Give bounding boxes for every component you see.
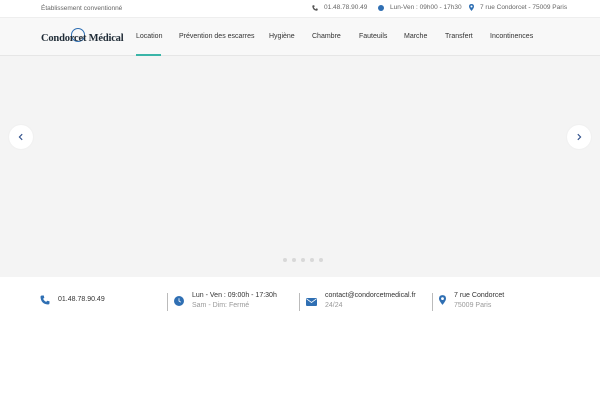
email-icon	[306, 293, 317, 311]
info-email-sub: 24/24	[325, 302, 343, 309]
slider-pagination	[283, 258, 323, 262]
map-pin-icon	[469, 4, 474, 11]
info-hours: Lun - Ven : 09:00h - 17:30h Sam - Dim: F…	[192, 292, 277, 309]
topbar-hours-text: Lun-Ven : 09h00 - 17h30	[390, 4, 462, 11]
slider-dot[interactable]	[292, 258, 296, 262]
topbar-address-text: 7 rue Condorcet - 75009 Paris	[480, 4, 568, 11]
menu-item-location[interactable]: Location	[136, 33, 162, 40]
contact-info-bar: 01.48.78.90.49 Lun - Ven : 09:00h - 17:3…	[0, 277, 600, 400]
clock-icon	[378, 4, 384, 11]
hero-slider	[0, 56, 600, 277]
slider-next-button[interactable]	[567, 125, 591, 149]
slider-dot[interactable]	[301, 258, 305, 262]
menu-item-marche[interactable]: Marche	[404, 33, 427, 40]
chevron-left-icon	[17, 128, 25, 146]
info-hours-main: Lun - Ven : 09:00h - 17:30h	[192, 292, 277, 299]
menu-item-incontinences[interactable]: Incontinences	[490, 33, 533, 40]
map-pin-icon	[439, 292, 446, 310]
info-address-main: 7 rue Condorcet	[454, 292, 505, 299]
info-hours-sub: Sam - Dim: Fermé	[192, 302, 250, 309]
menu-item-prevention-escarres[interactable]: Prévention des escarres	[179, 33, 254, 40]
info-email[interactable]: contact@condorcetmedical.fr 24/24	[325, 292, 416, 309]
slider-prev-button[interactable]	[9, 125, 33, 149]
chevron-right-icon	[575, 128, 583, 146]
info-address-sub: 75009 Paris	[454, 302, 492, 309]
topbar-phone-text: 01.48.78.90.49	[324, 4, 368, 11]
conventionne-label: Établissement conventionné	[41, 5, 123, 12]
info-phone[interactable]: 01.48.78.90.49	[58, 296, 105, 303]
menu-item-chambre[interactable]: Chambre	[312, 33, 341, 40]
topbar-hours: Lun-Ven : 09h00 - 17h30	[378, 4, 462, 11]
menu-item-fauteuils[interactable]: Fauteuils	[359, 33, 387, 40]
top-bar: Établissement conventionné 01.48.78.90.4…	[0, 0, 600, 17]
phone-icon	[312, 4, 318, 11]
menu-item-hygiene[interactable]: Hygiène	[269, 33, 295, 40]
divider	[299, 293, 300, 311]
menu: Location Prévention des escarres Hygiène…	[0, 18, 600, 56]
phone-icon	[40, 292, 50, 310]
topbar-phone[interactable]: 01.48.78.90.49	[312, 4, 367, 11]
info-address[interactable]: 7 rue Condorcet 75009 Paris	[454, 292, 504, 309]
divider	[432, 293, 433, 311]
info-email-main: contact@condorcetmedical.fr	[325, 292, 416, 299]
clock-icon	[174, 293, 184, 311]
topbar-address[interactable]: 7 rue Condorcet - 75009 Paris	[469, 4, 567, 11]
slider-dot[interactable]	[283, 258, 287, 262]
menu-item-transfert[interactable]: Transfert	[445, 33, 473, 40]
slider-dot[interactable]	[310, 258, 314, 262]
main-navigation: Condorcet Médical Location Prévention de…	[0, 17, 600, 56]
slider-dot[interactable]	[319, 258, 323, 262]
info-phone-text: 01.48.78.90.49	[58, 296, 105, 303]
divider	[167, 293, 168, 311]
